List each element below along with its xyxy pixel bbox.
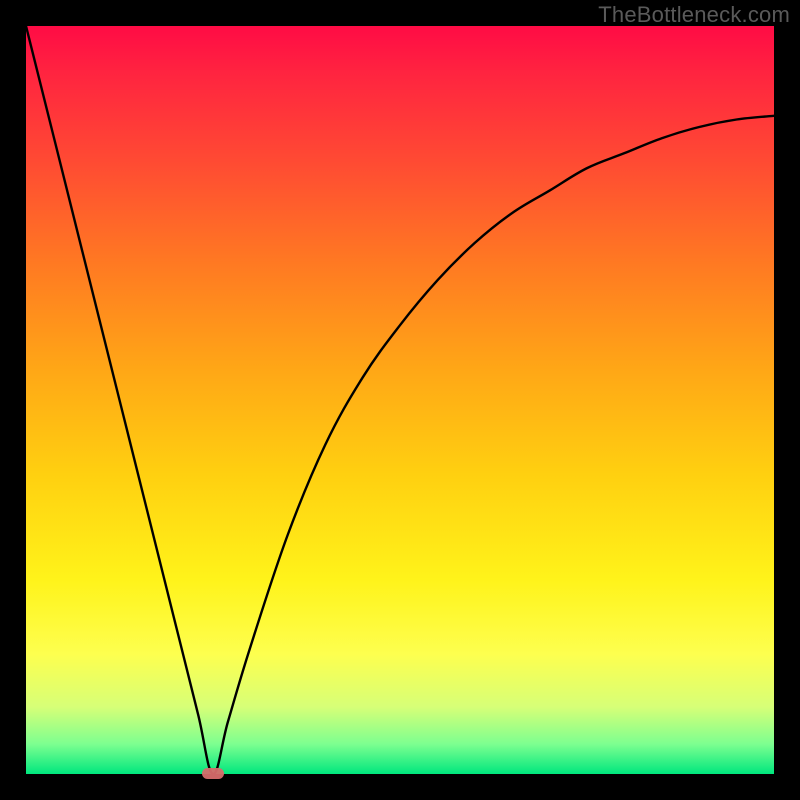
chart-frame: TheBottleneck.com (0, 0, 800, 800)
bottleneck-curve (26, 26, 774, 774)
plot-area (26, 26, 774, 774)
minimum-marker (202, 768, 224, 779)
watermark-text: TheBottleneck.com (598, 2, 790, 28)
